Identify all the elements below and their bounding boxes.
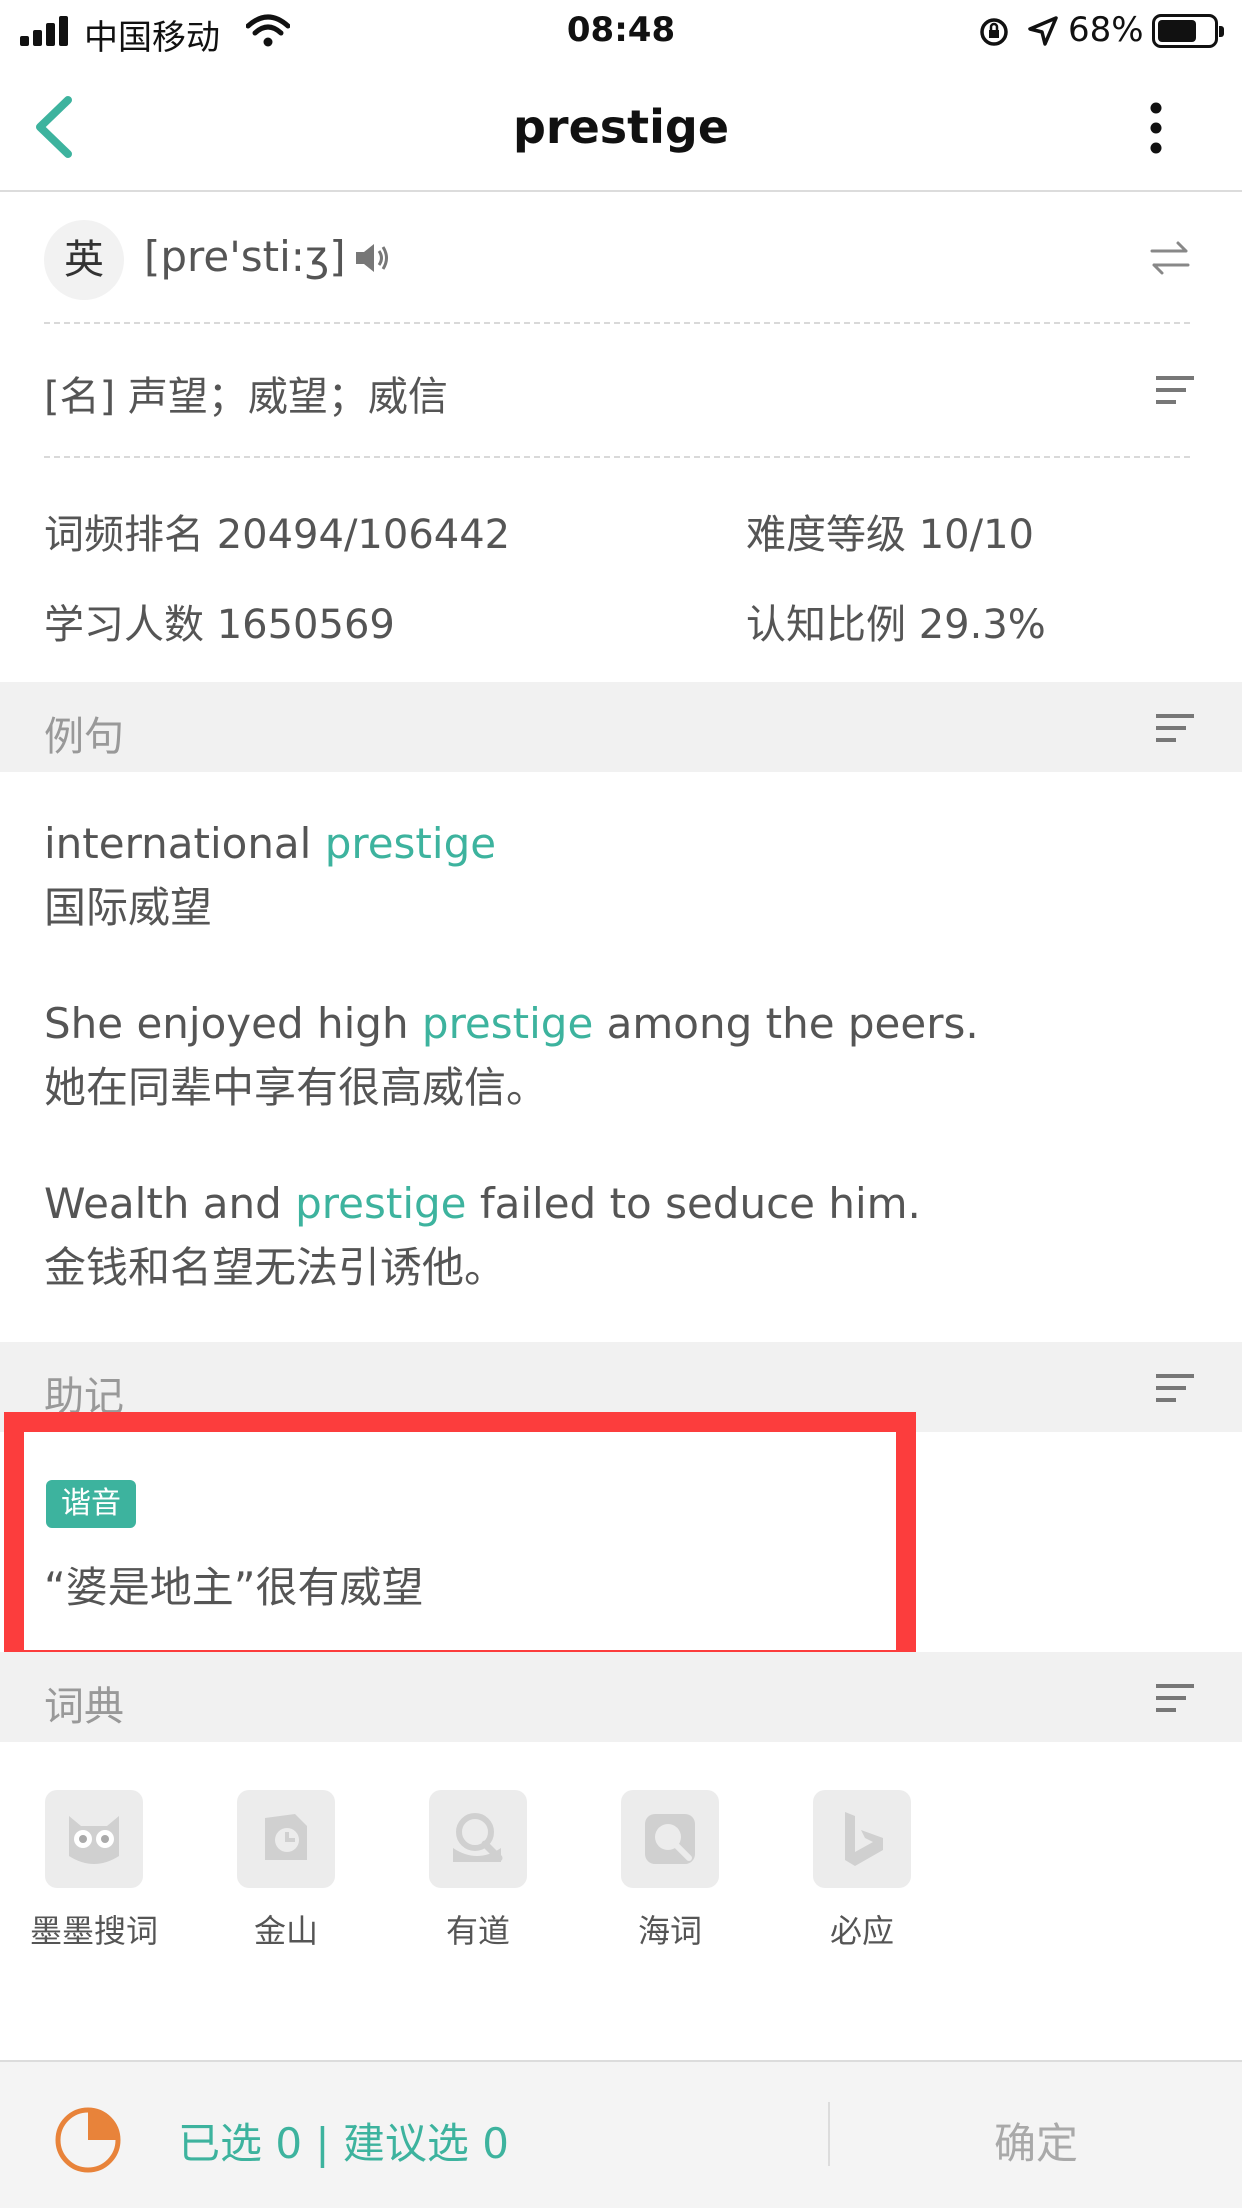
highlight-box: [4, 1412, 916, 1670]
kingsoft-icon: [237, 1790, 335, 1888]
sort-icon[interactable]: [1156, 1684, 1196, 1712]
page-title: prestige: [512, 100, 730, 154]
divider: [44, 456, 1190, 458]
swap-icon[interactable]: [1148, 238, 1192, 278]
dict-momo[interactable]: 墨墨搜词: [24, 1790, 164, 1952]
section-title: 助记: [44, 1374, 124, 1420]
progress-pie-icon: [55, 2107, 121, 2173]
dict-youdao[interactable]: 有道: [408, 1790, 548, 1952]
section-title: 例句: [44, 714, 124, 760]
example-sentence: Wealth and prestige failed to seduce him…: [44, 1179, 921, 1292]
section-title: 词典: [44, 1684, 124, 1730]
more-icon[interactable]: [1138, 100, 1174, 156]
word-stats: 词频排名 20494/106442 难度等级 10/10 学习人数 165056…: [0, 460, 1242, 680]
pronunciation-row: 英 [pre'sti:ʒ]: [0, 192, 1242, 322]
mnemonic-text: “婆是地主”很有威望: [44, 1563, 424, 1612]
dict-bing[interactable]: 必应: [792, 1790, 932, 1952]
example-sentence: She enjoyed high prestige among the peer…: [44, 999, 979, 1112]
nav-bar: prestige: [0, 62, 1242, 192]
freq-rank: 词频排名 20494/106442: [44, 512, 511, 558]
sort-icon[interactable]: [1156, 714, 1196, 742]
mnemonic-header: 助记: [0, 1342, 1242, 1432]
battery-icon: [1152, 14, 1224, 48]
sort-icon[interactable]: [1156, 376, 1196, 404]
dict-cn-icon: [621, 1790, 719, 1888]
owl-icon: [45, 1790, 143, 1888]
dict-kingsoft[interactable]: 金山: [216, 1790, 356, 1952]
dict-dictcn[interactable]: 海词: [600, 1790, 740, 1952]
definition-text: [名] 声望；威望；威信: [44, 374, 448, 420]
phonetic-text: [pre'sti:ʒ]: [144, 232, 346, 281]
youdao-icon: [429, 1790, 527, 1888]
dictionary-header: 词典: [0, 1652, 1242, 1742]
selection-count: 已选 0 | 建议选 0: [178, 2119, 509, 2168]
battery-percent: 68%: [1068, 10, 1144, 50]
rotation-lock-icon: [980, 18, 1008, 46]
sort-icon[interactable]: [1156, 1374, 1196, 1402]
bing-icon: [813, 1790, 911, 1888]
learner-count: 学习人数 1650569: [44, 602, 395, 648]
examples-header: 例句: [0, 682, 1242, 772]
definition-row: [名] 声望；威望；威信: [0, 324, 1242, 456]
recognition-ratio: 认知比例 29.3%: [746, 602, 1046, 648]
bottom-bar: 已选 0 | 建议选 0 确定: [0, 2060, 1242, 2208]
speaker-icon[interactable]: [352, 238, 392, 278]
homophone-tag: 谐音: [46, 1480, 136, 1528]
confirm-button[interactable]: 确定: [830, 2110, 1242, 2171]
example-sentence: international prestige 国际威望: [44, 819, 497, 932]
location-icon: [1028, 16, 1058, 46]
status-bar: 中国移动 08:48 68%: [0, 0, 1242, 62]
difficulty-level: 难度等级 10/10: [746, 512, 1034, 558]
region-badge[interactable]: 英: [44, 220, 124, 300]
